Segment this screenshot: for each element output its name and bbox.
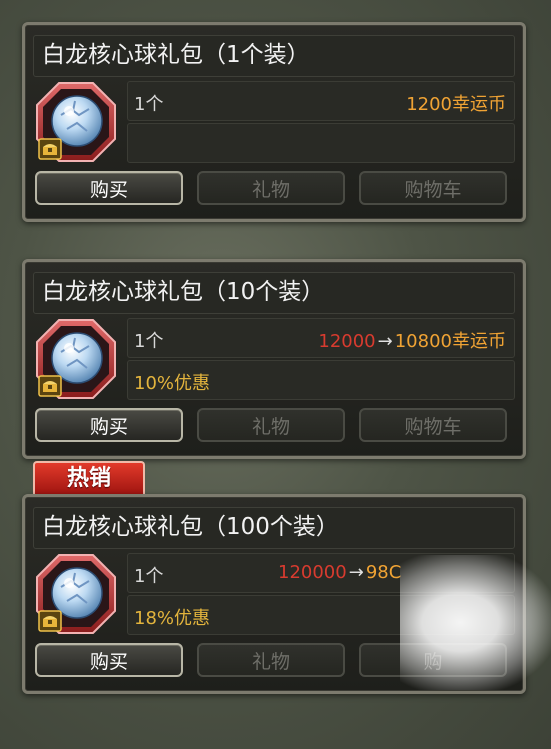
price-label: 12000 → 10800幸运币	[318, 327, 506, 353]
discount-row: 18%优惠	[127, 595, 515, 635]
white-dragon-core-orb-icon	[36, 319, 116, 399]
price-row: 1个 1200幸运币	[127, 81, 515, 121]
price-arrow: →	[377, 331, 393, 352]
pack-title-bar: 白龙核心球礼包（10个装）	[33, 272, 515, 314]
pack-title-bar: 白龙核心球礼包（100个装）	[33, 507, 515, 549]
item-slot[interactable]	[35, 318, 117, 400]
buy-button[interactable]: 购买	[35, 408, 183, 442]
quantity-label: 1个	[134, 94, 164, 115]
price-row: 1个 12000 → 10800幸运币	[127, 318, 515, 358]
gift-button[interactable]: 礼物	[197, 408, 345, 442]
new-price: 1200幸运币	[406, 94, 506, 115]
cart-button[interactable]: 购物车	[359, 408, 507, 442]
pack-panel-1: 白龙核心球礼包（1个装） 1个 1200幸运币 购买 礼物 购物车	[22, 22, 526, 222]
price-arrow: →	[348, 562, 364, 583]
pack-title-bar: 白龙核心球礼包（1个装）	[33, 35, 515, 77]
new-price: 98C	[365, 562, 402, 583]
pack-title: 白龙核心球礼包（100个装）	[42, 514, 339, 540]
white-dragon-core-orb-icon	[36, 82, 116, 162]
quantity-label: 1个	[134, 566, 164, 587]
pack-title: 白龙核心球礼包（10个装）	[42, 279, 325, 305]
price-label: 1200幸运币	[402, 90, 506, 116]
old-price: 120000	[278, 562, 347, 583]
treasure-chest-icon	[38, 375, 62, 397]
white-dragon-core-orb-icon	[36, 554, 116, 634]
buy-button[interactable]: 购买	[35, 171, 183, 205]
cart-button[interactable]: 购物车	[359, 171, 507, 205]
pack-panel-100: 白龙核心球礼包（100个装） 1个 120000 → 98C 18%优惠 购买 礼物…	[22, 494, 526, 694]
price-label: 120000 → 98C	[278, 562, 401, 583]
pack-panel-10: 白龙核心球礼包（10个装） 1个 12000 → 10800幸运币 10%优惠 购买…	[22, 259, 526, 459]
gift-button[interactable]: 礼物	[197, 643, 345, 677]
discount-label: 18%优惠	[134, 608, 211, 629]
item-slot[interactable]	[35, 81, 117, 163]
discount-row	[127, 123, 515, 163]
quantity-label: 1个	[134, 331, 164, 352]
buy-button[interactable]: 购买	[35, 643, 183, 677]
discount-row: 10%优惠	[127, 360, 515, 400]
discount-label: 10%优惠	[134, 373, 211, 394]
gift-button[interactable]: 礼物	[197, 171, 345, 205]
treasure-chest-icon	[38, 138, 62, 160]
treasure-chest-icon	[38, 610, 62, 632]
old-price: 12000	[318, 331, 376, 352]
hot-sale-tag: 热销	[33, 461, 145, 495]
price-row: 1个 120000 → 98C	[127, 553, 515, 593]
item-slot[interactable]	[35, 553, 117, 635]
cart-button[interactable]: 购	[359, 643, 507, 677]
pack-title: 白龙核心球礼包（1个装）	[42, 42, 310, 68]
new-price: 10800幸运币	[394, 331, 506, 352]
